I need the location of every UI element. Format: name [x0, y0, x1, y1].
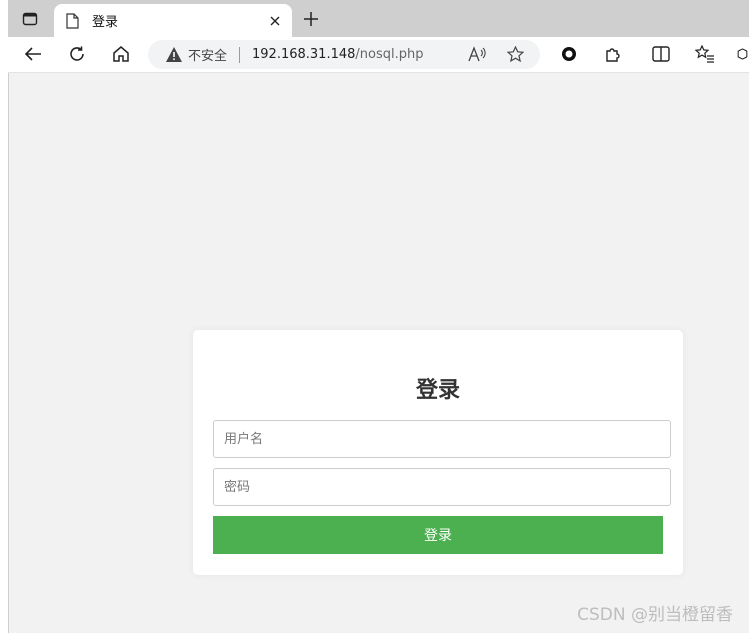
security-label[interactable]: 不安全: [188, 45, 227, 64]
favorite-star-icon[interactable]: [507, 46, 524, 63]
password-input[interactable]: [213, 468, 671, 506]
login-card: 登录 登录: [193, 330, 683, 575]
close-tab-icon[interactable]: [266, 12, 284, 30]
new-tab-icon[interactable]: [300, 8, 322, 30]
tab-title: 登录: [92, 15, 119, 30]
split-screen-icon[interactable]: [648, 41, 674, 67]
tab-actions-icon[interactable]: [19, 8, 41, 30]
background-window-edge: [0, 0, 9, 633]
login-submit-button[interactable]: 登录: [213, 516, 663, 554]
warning-icon[interactable]: [166, 47, 182, 63]
tab-bar: 登录: [8, 0, 749, 37]
browser-toolbar: 不安全 192.168.31.148 /nosql.php: [8, 37, 749, 73]
address-bar[interactable]: 不安全 192.168.31.148 /nosql.php: [148, 40, 540, 69]
refresh-icon[interactable]: [64, 41, 90, 67]
favorites-list-icon[interactable]: [692, 41, 718, 67]
active-tab[interactable]: 登录: [54, 4, 292, 37]
address-divider: [239, 46, 241, 63]
collections-icon[interactable]: [736, 41, 749, 67]
username-input[interactable]: [213, 420, 671, 458]
extension-circle-icon[interactable]: [556, 41, 582, 67]
read-aloud-icon[interactable]: [468, 46, 486, 62]
back-arrow-icon[interactable]: [20, 41, 46, 67]
url-host: 192.168.31.148: [252, 47, 356, 62]
url-path: /nosql.php: [355, 47, 424, 62]
extensions-puzzle-icon[interactable]: [600, 41, 626, 67]
home-icon[interactable]: [108, 41, 134, 67]
login-heading: 登录: [415, 378, 460, 403]
watermark: CSDN @别当橙留香: [577, 605, 733, 625]
page-icon: [64, 12, 80, 29]
